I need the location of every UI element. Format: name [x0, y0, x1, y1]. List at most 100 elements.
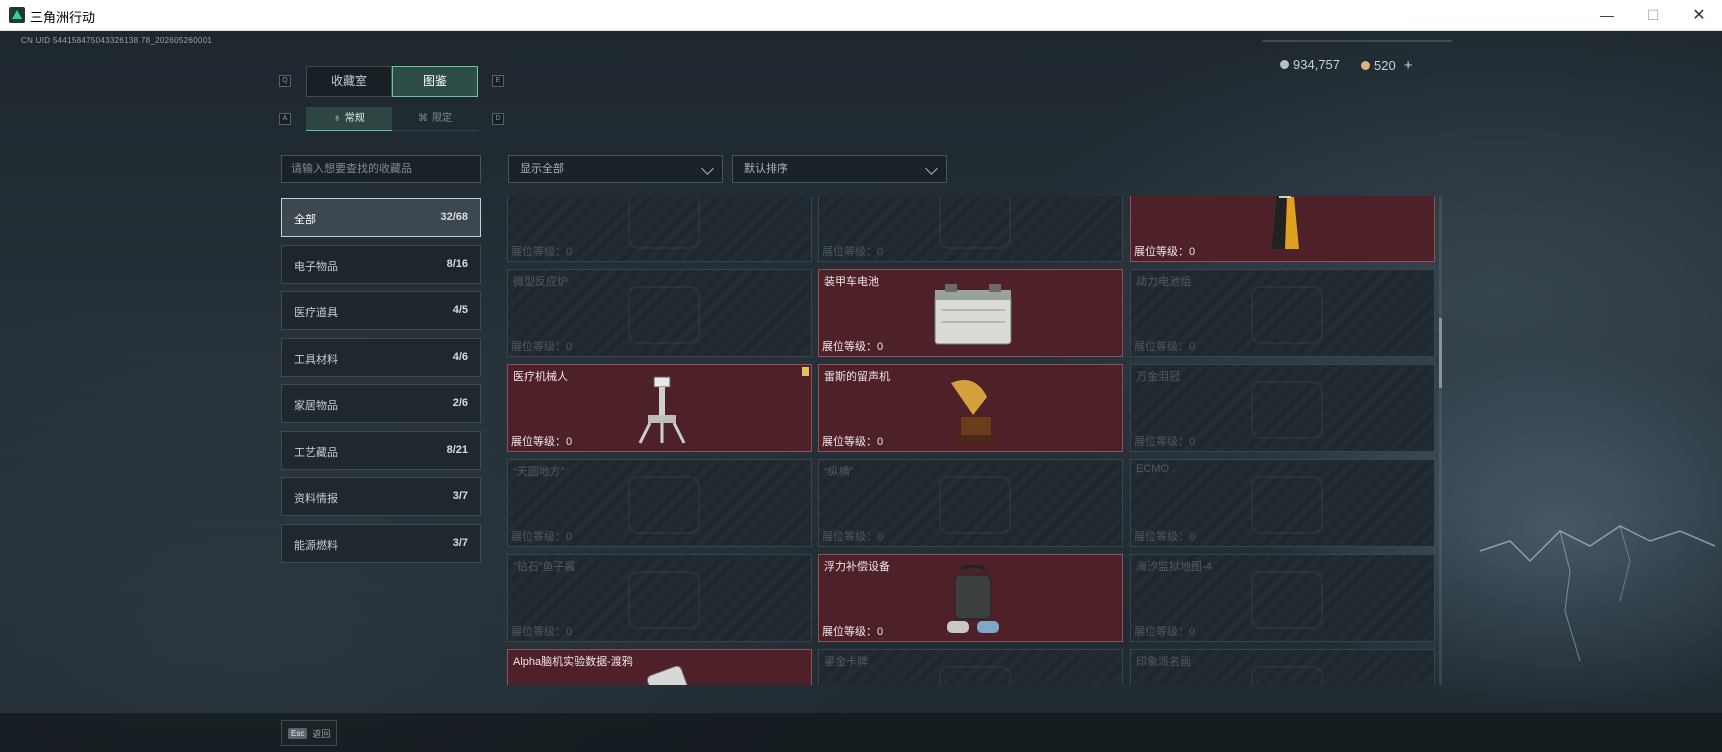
category-item[interactable]: 家居物品 2/6 [281, 384, 481, 423]
collection-item-card[interactable]: Alpha脑机实验数据-渡鸦 [507, 649, 812, 685]
collection-item-card[interactable]: 印象派名画 [1130, 649, 1435, 685]
collection-item-card[interactable]: 装甲车电池展位等级：0 [818, 269, 1123, 357]
category-name: 资料情报 [294, 493, 338, 505]
gold-amount: 520 [1374, 58, 1396, 73]
item-silhouette-icon [628, 196, 700, 249]
sub-tabs: ♁ 常规 ⌘ 限定 [306, 107, 478, 131]
main-tabs: 收藏室 图鉴 [306, 66, 478, 97]
item-level: 展位等级：0 [511, 246, 573, 258]
back-label: 返回 [312, 728, 331, 739]
item-name: 印象派名画 [1136, 656, 1191, 668]
search-input[interactable]: 请输入想要查找的收藏品 [281, 155, 481, 183]
minimize-button[interactable]: — [1584, 0, 1630, 31]
app-logo-icon [9, 7, 25, 23]
category-count: 2/6 [452, 397, 468, 409]
collection-item-card[interactable]: 动力电池组展位等级：0 [1130, 269, 1435, 357]
item-level: 展位等级：0 [822, 246, 884, 258]
sort-dropdown[interactable]: 默认排序 [732, 155, 947, 183]
close-button[interactable]: ✕ [1676, 0, 1722, 31]
key-hint-e: E [492, 75, 504, 87]
category-count: 8/21 [446, 443, 468, 456]
category-name: 电子物品 [294, 260, 338, 273]
tab-catalog[interactable]: 图鉴 [392, 66, 478, 97]
item-level: 展位等级：0 [1134, 341, 1196, 353]
header-divider [1262, 40, 1452, 42]
collection-item-card[interactable]: 鎏金卡牌 [818, 649, 1123, 685]
robot-icon [620, 375, 704, 447]
item-name: 装甲车电池 [824, 276, 879, 288]
gold-currency: 520 + [1361, 57, 1412, 74]
collection-item-card[interactable]: 展位等级：0 [818, 196, 1123, 262]
item-name: 医疗机械人 [513, 371, 568, 383]
item-name: 动力电池组 [1136, 276, 1191, 288]
category-item[interactable]: 全部 32/68 [281, 198, 481, 237]
item-silhouette-icon [1251, 571, 1323, 629]
collection-item-card[interactable]: 展位等级：0 [507, 196, 812, 262]
esc-key: Esc [288, 727, 308, 739]
category-item[interactable]: 工具材料 4/6 [281, 337, 481, 377]
collection-item-card[interactable]: 雷斯的留声机 展位等级：0 [818, 364, 1123, 452]
item-silhouette-icon [939, 196, 1011, 249]
item-level: 展位等级：0 [1134, 436, 1196, 448]
back-button[interactable]: Esc 返回 [281, 720, 338, 746]
sort-value: 默认排序 [744, 163, 788, 175]
lightning-decoration [1479, 525, 1716, 662]
silver-amount: 934,757 [1293, 57, 1340, 72]
item-name: “纵横” [824, 466, 854, 478]
category-name: 工具材料 [294, 353, 338, 366]
category-count: 3/7 [452, 536, 468, 549]
window-title: 三角洲行动 [30, 10, 96, 25]
category-item[interactable]: 工艺藏品 8/21 [281, 430, 481, 470]
silver-currency: 934,757 [1280, 57, 1340, 72]
category-name: 家居物品 [294, 400, 338, 412]
silver-coin-icon [1280, 60, 1289, 69]
collection-item-card[interactable]: 医疗机械人展位等级：0 [507, 364, 812, 452]
category-count: 8/16 [446, 257, 468, 270]
bcd-icon [931, 564, 1015, 637]
item-silhouette-icon [628, 571, 700, 629]
item-silhouette-icon [939, 666, 1011, 685]
grid-scroll-thumb[interactable] [1439, 318, 1442, 388]
category-item[interactable]: 能源燃料 3/7 [281, 523, 481, 563]
item-silhouette-icon [1251, 666, 1323, 685]
subtab-limited[interactable]: ⌘ 限定 [392, 107, 478, 131]
collection-item-card[interactable]: 展位等级：0 [1130, 196, 1435, 262]
collection-item-card[interactable]: ECMO 展位等级：0 [1130, 459, 1435, 547]
key-hint-a: A [279, 113, 291, 125]
category-item[interactable]: 资料情报 3/7 [281, 477, 481, 516]
collection-item-card[interactable]: 微型反应炉 展位等级：0 [507, 269, 812, 357]
collection-item-card[interactable]: “天圆地方” 展位等级：0 [507, 459, 812, 547]
category-count: 3/7 [452, 490, 468, 502]
regular-icon: ♁ [333, 113, 341, 124]
item-name: 鎏金卡牌 [824, 656, 868, 668]
category-item[interactable]: 医疗道具 4/5 [281, 291, 481, 330]
subtab-regular[interactable]: ♁ 常规 [306, 107, 392, 131]
item-silhouette-icon [1251, 286, 1323, 344]
key-hint-q: Q [279, 75, 291, 87]
item-name: Alpha脑机实验数据-渡鸦 [513, 656, 633, 668]
item-level: 展位等级：0 [1134, 531, 1196, 543]
collection-item-card[interactable]: 万金泪冠 展位等级：0 [1130, 364, 1435, 452]
category-count: 4/6 [452, 350, 468, 363]
subtab-limited-label: 限定 [432, 113, 452, 124]
collection-item-card[interactable]: 海汐监狱地图-4 展位等级：0 [1130, 554, 1435, 642]
collection-item-card[interactable]: “钻石”鱼子酱 展位等级：0 [507, 554, 812, 642]
item-level: 展位等级：0 [822, 341, 884, 353]
item-grid: 展位等级：0 展位等级：0 展位等级：0 微型反应炉 展位等级：0 装甲车电池 展位等级：0… [507, 196, 1442, 685]
item-level: 展位等级：0 [511, 341, 573, 353]
item-level: 展位等级：0 [822, 626, 884, 638]
category-name: 全部 [294, 214, 316, 226]
item-level: 展位等级：0 [822, 531, 884, 543]
maximize-button[interactable]: ☐ [1630, 0, 1676, 31]
collection-item-card[interactable]: “纵横” 展位等级：0 [818, 459, 1123, 547]
tab-collection-room[interactable]: 收藏室 [306, 66, 392, 97]
category-item[interactable]: 电子物品 8/16 [281, 244, 481, 284]
show-filter-dropdown[interactable]: 显示全部 [508, 155, 723, 183]
category-count: 4/5 [452, 304, 468, 316]
collection-item-card[interactable]: 浮力补偿设备 展位等级：0 [818, 554, 1123, 642]
item-level: 展位等级：0 [511, 436, 573, 448]
new-flag-icon [802, 367, 809, 376]
show-filter-value: 显示全部 [520, 163, 564, 175]
add-currency-button[interactable]: + [1404, 57, 1413, 74]
grid-scrollbar[interactable] [1439, 196, 1442, 685]
